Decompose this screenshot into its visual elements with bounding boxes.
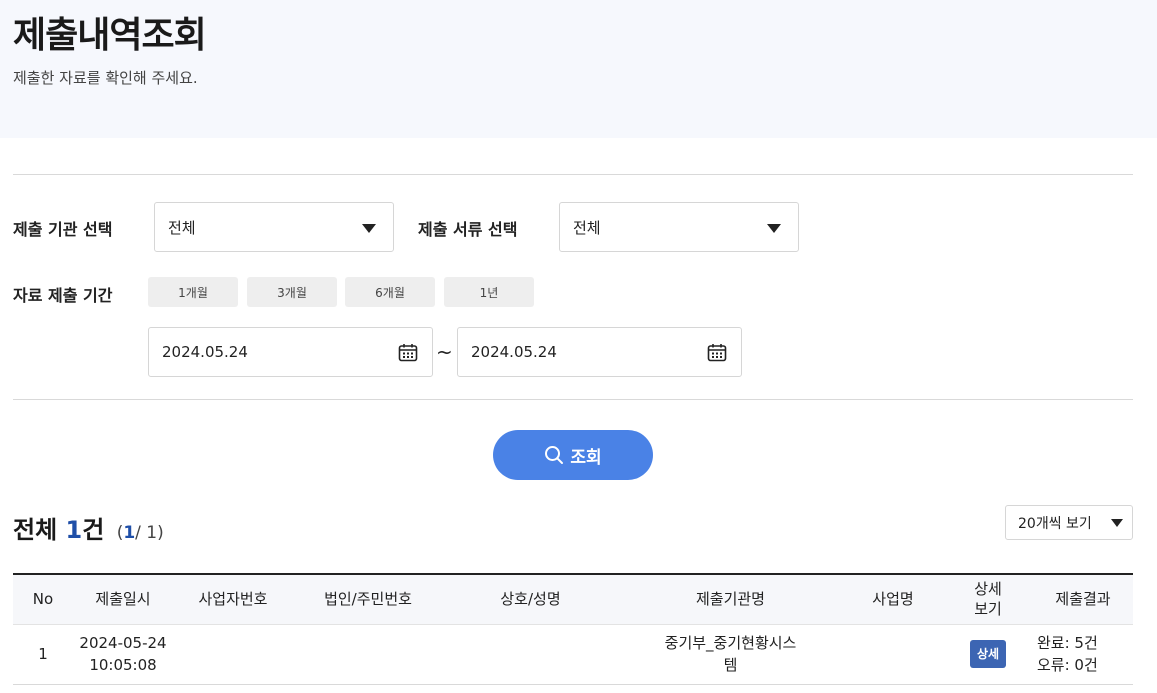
current-page: 1 bbox=[123, 523, 136, 543]
page-title: 제출내역조회 bbox=[13, 15, 207, 56]
cell-company-name bbox=[443, 623, 618, 685]
chevron-down-icon bbox=[767, 224, 781, 233]
per-page-value: 20개씩 보기 bbox=[1018, 515, 1092, 532]
result-ok: 완료: 5건 bbox=[1037, 634, 1098, 652]
results-table: No 제출일시 사업자번호 법인/주민번호 상호/성명 제출기관명 사업명 상세… bbox=[13, 573, 1133, 685]
cell-date: 2024-05-24 bbox=[79, 634, 167, 652]
per-page-select[interactable]: 20개씩 보기 bbox=[1005, 505, 1133, 540]
col-result: 제출결과 bbox=[1055, 590, 1111, 609]
result-summary: 전체 1건 (1/ 1) bbox=[13, 510, 164, 545]
col-detail-line2: 보기 bbox=[974, 600, 1002, 619]
agency-select-label: 제출 기관 선택 bbox=[13, 220, 113, 239]
col-corp-no: 법인/주민번호 bbox=[324, 590, 412, 609]
date-to-value: 2024.05.24 bbox=[471, 343, 557, 361]
date-from-value: 2024.05.24 bbox=[162, 343, 248, 361]
chevron-down-icon bbox=[362, 224, 376, 233]
period-label: 자료 제출 기간 bbox=[13, 286, 113, 305]
period-3month-button[interactable]: 3개월 bbox=[247, 277, 337, 307]
document-select-label: 제출 서류 선택 bbox=[418, 220, 518, 239]
total-unit: 건 bbox=[82, 516, 105, 544]
cell-submitted-at: 2024-05-24 10:05:08 bbox=[73, 623, 173, 685]
col-no: No bbox=[32, 590, 54, 609]
cell-agency-line2: 템 bbox=[723, 656, 738, 674]
page-rest: / 1) bbox=[135, 523, 164, 543]
cell-no: 1 bbox=[13, 623, 73, 685]
total-count: 1 bbox=[65, 516, 83, 544]
agency-select-value: 전체 bbox=[168, 218, 196, 237]
table-row: 1 2024-05-24 10:05:08 중기부_중기현황시스템 상세 완료: … bbox=[13, 623, 1133, 685]
col-detail: 상세 보기 bbox=[943, 574, 1033, 624]
cell-corp-no bbox=[293, 623, 443, 685]
date-to-input[interactable]: 2024.05.24 bbox=[457, 327, 742, 377]
document-select[interactable]: 전체 bbox=[559, 202, 799, 252]
agency-select[interactable]: 전체 bbox=[154, 202, 394, 252]
col-project-name: 사업명 bbox=[872, 590, 914, 609]
page-subtitle: 제출한 자료를 확인해 주세요. bbox=[13, 69, 198, 87]
date-separator: ~ bbox=[436, 340, 453, 364]
col-company-name: 상호/성명 bbox=[500, 590, 561, 609]
calendar-icon[interactable] bbox=[398, 343, 418, 362]
result-err: 오류: 0건 bbox=[1037, 656, 1098, 674]
period-1month-button[interactable]: 1개월 bbox=[148, 277, 238, 307]
chevron-down-icon bbox=[1111, 519, 1123, 527]
col-agency-name: 제출기관명 bbox=[695, 590, 765, 609]
cell-result: 완료: 5건오류: 0건 bbox=[1033, 623, 1133, 685]
table-header-row: No 제출일시 사업자번호 법인/주민번호 상호/성명 제출기관명 사업명 상세… bbox=[13, 574, 1133, 624]
date-from-input[interactable]: 2024.05.24 bbox=[148, 327, 433, 377]
calendar-icon[interactable] bbox=[707, 343, 727, 362]
period-6month-button[interactable]: 6개월 bbox=[345, 277, 435, 307]
total-label: 전체 bbox=[13, 516, 58, 544]
page-info: (1/ 1) bbox=[117, 523, 164, 543]
top-divider bbox=[13, 174, 1133, 175]
period-1year-button[interactable]: 1년 bbox=[444, 277, 534, 307]
filter-divider bbox=[13, 399, 1133, 400]
search-button[interactable]: 조회 bbox=[493, 430, 653, 480]
document-select-value: 전체 bbox=[573, 218, 601, 237]
cell-detail: 상세 bbox=[943, 623, 1033, 685]
col-detail-line1: 상세 bbox=[974, 580, 1002, 599]
detail-button[interactable]: 상세 bbox=[969, 640, 1007, 668]
col-submitted-at: 제출일시 bbox=[95, 590, 151, 609]
search-icon bbox=[545, 446, 564, 464]
search-button-label: 조회 bbox=[570, 447, 602, 468]
cell-agency-name: 중기부_중기현황시스템 bbox=[618, 623, 843, 685]
cell-business-no bbox=[173, 623, 293, 685]
col-business-no: 사업자번호 bbox=[198, 590, 268, 609]
cell-time: 10:05:08 bbox=[89, 656, 157, 674]
cell-project-name bbox=[843, 623, 943, 685]
cell-agency-line1: 중기부_중기현황시스 bbox=[664, 634, 797, 652]
